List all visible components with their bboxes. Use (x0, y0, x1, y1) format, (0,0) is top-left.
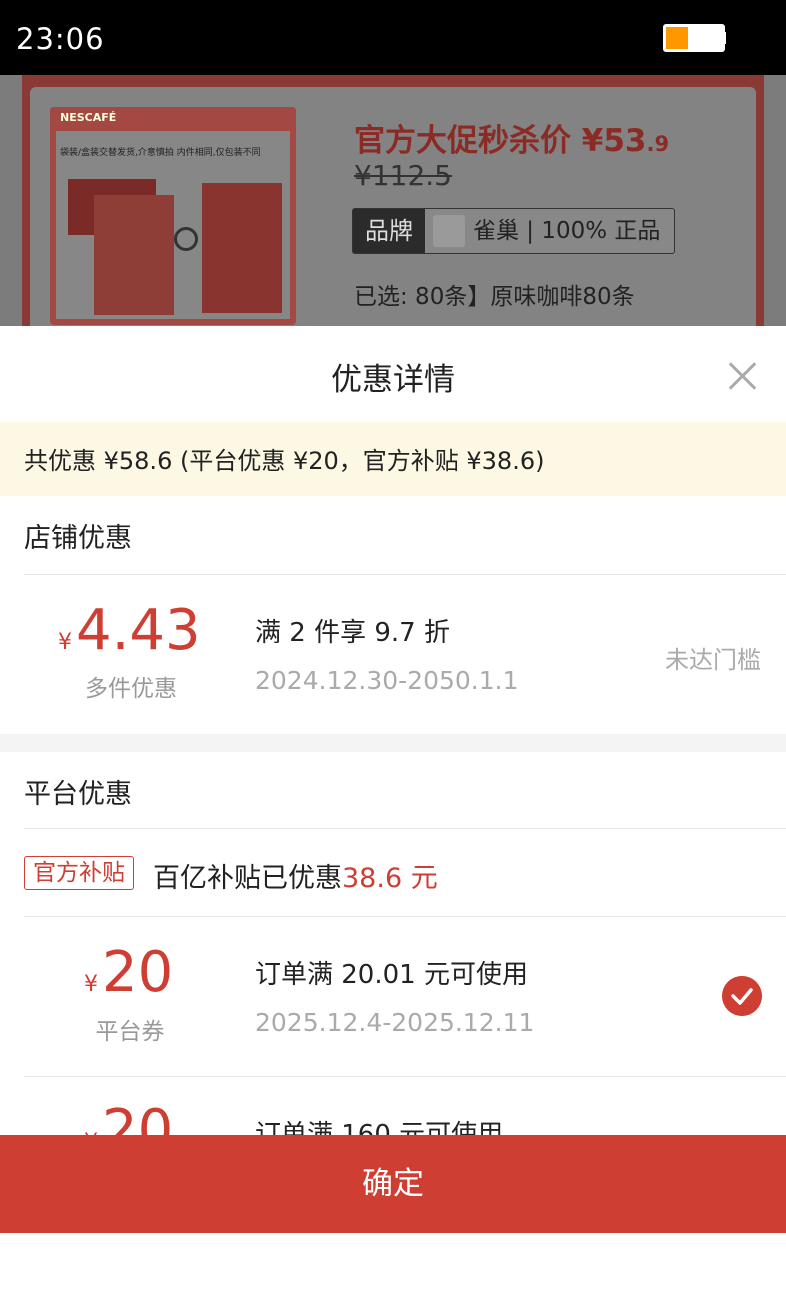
swap-icon (174, 227, 198, 251)
confirm-button[interactable]: 确定 (0, 1135, 786, 1233)
divider (24, 828, 786, 829)
discount-summary-text: 共优惠 ¥58.6 (平台优惠 ¥20，官方补贴 ¥38.6) (24, 447, 545, 475)
platform-discount-title: 平台优惠 (24, 779, 132, 810)
divider (24, 1076, 786, 1077)
selected-sku: 已选: 80条】原味咖啡80条 (354, 284, 635, 310)
product-image: NESCAFÉ 袋装/盒装交替发货,介意慎拍 内件相同,仅包装不同 (50, 107, 296, 325)
original-price: ¥112.5 (354, 159, 452, 192)
platform-coupon-date: 2025.12.4-2025.12.11 (255, 1008, 535, 1037)
checkmark-icon[interactable] (722, 976, 762, 1016)
store-coupon-status: 未达门槛 (665, 646, 761, 674)
product-card: NESCAFÉ 袋装/盒装交替发货,介意慎拍 内件相同,仅包装不同 官方大促秒杀… (22, 75, 764, 335)
product-overlay[interactable]: NESCAFÉ 袋装/盒装交替发货,介意慎拍 内件相同,仅包装不同 官方大促秒杀… (0, 75, 786, 335)
screen: 23:06 NESCAFÉ 袋装/盒装交替发货,介意慎拍 内件相同,仅包装不同 (0, 0, 786, 1301)
battery-icon (663, 24, 725, 52)
platform-coupon-label: 平台券 (95, 1019, 165, 1045)
store-coupon-condition: 满 2 件享 9.7 折 (255, 618, 450, 648)
section-gap (0, 734, 786, 752)
product-card-inner: NESCAFÉ 袋装/盒装交替发货,介意慎拍 内件相同,仅包装不同 官方大促秒杀… (30, 87, 756, 335)
status-time: 23:06 (16, 22, 105, 56)
discount-summary-banner: 共优惠 ¥58.6 (平台优惠 ¥20，官方补贴 ¥38.6) (0, 422, 786, 496)
promo-price: 官方大促秒杀价 ¥53.9 (354, 115, 669, 160)
subsidy-tag: 官方补贴 (24, 856, 134, 890)
store-coupon-label: 多件优惠 (85, 676, 177, 702)
subsidy-info: 百亿补贴已优惠38.6 元 (153, 856, 438, 895)
status-bar: 23:06 (0, 0, 786, 75)
brand-badge: 品牌 雀巢 | 100% 正品 (352, 208, 675, 254)
currency-symbol: ¥ (58, 630, 72, 655)
currency-symbol: ¥ (84, 972, 98, 997)
discount-detail-sheet: 优惠详情 共优惠 ¥58.6 (平台优惠 ¥20，官方补贴 ¥38.6) 店铺优… (0, 326, 786, 1301)
store-coupon-amount: ¥4.43 (58, 598, 201, 663)
store-coupon-date: 2024.12.30-2050.1.1 (255, 666, 519, 695)
store-coupon-value: 4.43 (76, 598, 201, 663)
divider (24, 574, 786, 575)
brand-logo-icon (433, 215, 465, 247)
close-icon[interactable] (725, 358, 761, 394)
promo-yuan: ¥53 (581, 123, 647, 159)
product-image-body: 袋装/盒装交替发货,介意慎拍 内件相同,仅包装不同 (56, 131, 290, 319)
product-box-image (94, 195, 174, 315)
brand-tag: 品牌 (353, 209, 425, 253)
subsidy-text: 百亿补贴已优惠 (153, 863, 342, 894)
product-bag-image (202, 183, 282, 313)
platform-coupon-amount: ¥20 (84, 940, 173, 1005)
divider (24, 916, 786, 917)
product-image-caption: 袋装/盒装交替发货,介意慎拍 内件相同,仅包装不同 (60, 148, 261, 158)
sheet-title: 优惠详情 (331, 362, 455, 398)
subsidy-amount: 38.6 元 (342, 863, 438, 894)
promo-label: 官方大促秒杀价 (354, 123, 571, 159)
platform-coupon-condition: 订单满 20.01 元可使用 (255, 960, 528, 990)
promo-cents: .9 (646, 132, 670, 156)
battery-tip (723, 32, 726, 44)
brand-name: 雀巢 | 100% 正品 (473, 218, 661, 244)
store-discount-title: 店铺优惠 (24, 523, 132, 554)
platform-coupon-value: 20 (102, 940, 174, 1005)
